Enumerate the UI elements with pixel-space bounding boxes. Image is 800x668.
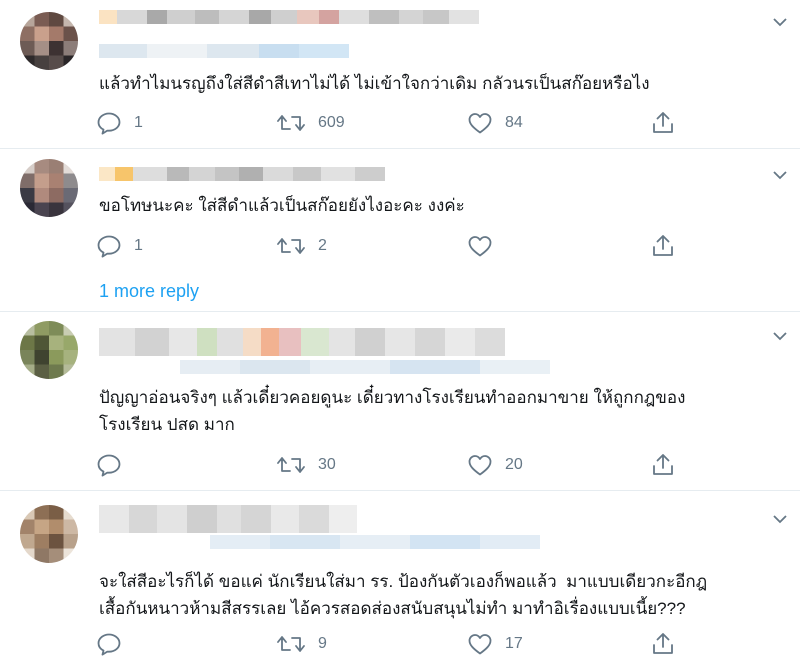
chevron-down-icon[interactable] <box>770 12 790 32</box>
tweet-actions: 1 2 <box>96 233 696 259</box>
tweet-text: ปัญญาอ่อนจริงๆ แล้วเดี๋ยวคอยดูนะ เดี๋ยวท… <box>99 388 686 434</box>
share-icon <box>653 454 673 475</box>
share-button[interactable] <box>650 631 676 657</box>
share-button[interactable] <box>650 233 676 259</box>
like-button[interactable]: 20 <box>467 452 523 478</box>
blurred-username[interactable] <box>99 505 357 533</box>
tweet-4[interactable]: จะใส่สีอะไรก็ได้ ขอแค่ นักเรียนใส่มา รร.… <box>0 491 800 668</box>
heart-icon <box>468 236 492 257</box>
retweet-count: 609 <box>318 114 345 131</box>
reply-button[interactable]: 1 <box>96 110 143 136</box>
retweet-count: 9 <box>318 635 327 652</box>
retweet-icon <box>277 636 305 652</box>
tweet-text: ขอโทษนะคะ ใส่สีดำแล้วเป็นสก๊อยยังไงอะคะ … <box>99 196 465 215</box>
chevron-down-icon[interactable] <box>770 326 790 346</box>
reply-count: 1 <box>134 237 143 254</box>
blurred-username[interactable] <box>99 10 479 24</box>
retweet-count: 2 <box>318 237 327 254</box>
share-icon <box>653 633 673 654</box>
like-button[interactable] <box>467 233 505 259</box>
reply-icon <box>97 235 121 258</box>
reply-button[interactable]: 1 <box>96 233 143 259</box>
tweet-3[interactable]: ปัญญาอ่อนจริงๆ แล้วเดี๋ยวคอยดูนะ เดี๋ยวท… <box>0 312 800 490</box>
heart-icon <box>468 455 492 476</box>
retweet-button[interactable]: 30 <box>276 452 336 478</box>
reply-button[interactable] <box>96 631 134 657</box>
tweet-text: แล้วทำไมนรญถึงใส่สีดำสีเทาไม่ได้ ไม่เข้า… <box>99 74 650 93</box>
retweet-count: 30 <box>318 456 336 473</box>
tweet-actions: 1 609 84 <box>96 110 696 136</box>
chevron-down-icon[interactable] <box>770 509 790 529</box>
more-replies-link[interactable]: 1 more reply <box>99 281 199 302</box>
heart-icon <box>468 634 492 655</box>
like-button[interactable]: 84 <box>467 110 523 136</box>
like-count: 20 <box>505 456 523 473</box>
retweet-button[interactable]: 9 <box>276 631 327 657</box>
reply-button[interactable] <box>96 452 134 478</box>
tweet-2[interactable]: ขอโทษนะคะ ใส่สีดำแล้วเป็นสก๊อยยังไงอะคะ … <box>0 149 800 311</box>
tweet-actions: 9 17 <box>96 631 696 657</box>
share-icon <box>653 112 673 133</box>
retweet-icon <box>277 115 305 131</box>
tweet-text: จะใส่สีอะไรก็ได้ ขอแค่ นักเรียนใส่มา รร.… <box>99 572 708 618</box>
like-count: 17 <box>505 635 523 652</box>
avatar[interactable] <box>20 12 78 70</box>
retweet-button[interactable]: 2 <box>276 233 327 259</box>
tweet-actions: 30 20 <box>96 452 696 478</box>
reply-icon <box>97 112 121 135</box>
heart-icon <box>468 113 492 134</box>
share-button[interactable] <box>650 452 676 478</box>
like-count: 84 <box>505 114 523 131</box>
retweet-icon <box>277 457 305 473</box>
reply-icon <box>97 454 121 477</box>
retweet-icon <box>277 238 305 254</box>
chevron-down-icon[interactable] <box>770 165 790 185</box>
blurred-reply-to[interactable] <box>99 44 349 58</box>
avatar[interactable] <box>20 505 78 563</box>
avatar[interactable] <box>20 321 78 379</box>
share-icon <box>653 235 673 256</box>
blurred-reply-to[interactable] <box>210 535 540 549</box>
blurred-username[interactable] <box>99 328 505 356</box>
like-button[interactable]: 17 <box>467 631 523 657</box>
blurred-username[interactable] <box>99 167 385 181</box>
tweet-1[interactable]: แล้วทำไมนรญถึงใส่สีดำสีเทาไม่ได้ ไม่เข้า… <box>0 0 800 148</box>
reply-count: 1 <box>134 114 143 131</box>
share-button[interactable] <box>650 110 676 136</box>
blurred-reply-to[interactable] <box>180 360 550 374</box>
reply-icon <box>97 633 121 656</box>
avatar[interactable] <box>20 159 78 217</box>
retweet-button[interactable]: 609 <box>276 110 345 136</box>
